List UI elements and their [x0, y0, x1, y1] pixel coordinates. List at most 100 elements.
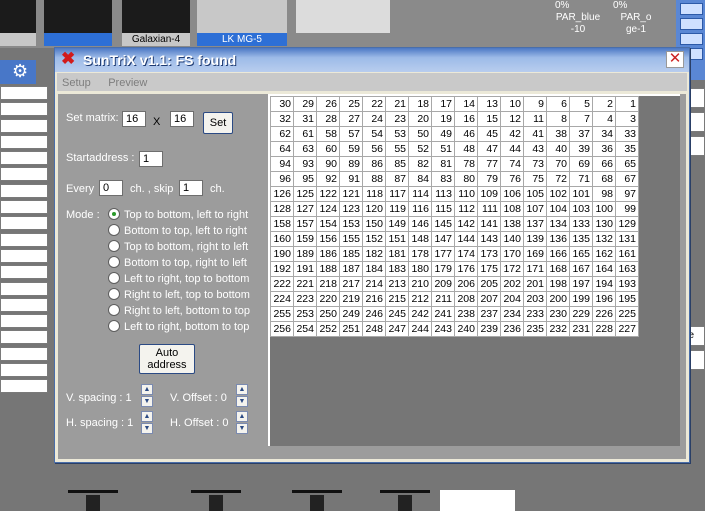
bottom-fixture[interactable] — [191, 490, 241, 511]
matrix-cell[interactable]: 208 — [454, 291, 478, 307]
matrix-cell[interactable]: 41 — [523, 126, 547, 142]
right-toolbar-bar[interactable] — [680, 18, 703, 30]
spin-down-icon[interactable]: ▼ — [141, 396, 153, 407]
matrix-cell[interactable]: 99 — [615, 201, 639, 217]
close-button[interactable]: ✕ — [666, 51, 684, 68]
matrix-cell[interactable]: 235 — [523, 321, 547, 337]
matrix-cell[interactable]: 54 — [362, 126, 386, 142]
matrix-cell[interactable]: 82 — [408, 156, 432, 172]
menu-preview[interactable]: Preview — [108, 77, 147, 89]
list-item[interactable] — [0, 232, 48, 247]
list-item[interactable] — [0, 248, 48, 263]
matrix-cell[interactable]: 222 — [270, 276, 294, 292]
matrix-cell[interactable]: 243 — [431, 321, 455, 337]
matrix-cell[interactable]: 59 — [339, 141, 363, 157]
matrix-cell[interactable]: 224 — [270, 291, 294, 307]
matrix-cell[interactable]: 230 — [546, 306, 570, 322]
matrix-cell[interactable]: 66 — [592, 156, 616, 172]
matrix-cell[interactable]: 191 — [293, 261, 317, 277]
spin-down-icon[interactable]: ▼ — [236, 396, 248, 407]
matrix-cell[interactable]: 179 — [431, 261, 455, 277]
matrix-cell[interactable]: 178 — [408, 246, 432, 262]
matrix-cell[interactable]: 251 — [339, 321, 363, 337]
matrix-cell[interactable]: 192 — [270, 261, 294, 277]
matrix-cell[interactable]: 152 — [362, 231, 386, 247]
matrix-cell[interactable]: 137 — [523, 216, 547, 232]
matrix-cell[interactable]: 78 — [454, 156, 478, 172]
matrix-cell[interactable]: 92 — [316, 171, 340, 187]
matrix-cell[interactable]: 213 — [385, 276, 409, 292]
matrix-cell[interactable]: 105 — [523, 186, 547, 202]
matrix-cell[interactable]: 249 — [339, 306, 363, 322]
matrix-cell[interactable]: 148 — [408, 231, 432, 247]
matrix-cell[interactable]: 136 — [546, 231, 570, 247]
matrix-cell[interactable]: 77 — [477, 156, 501, 172]
matrix-cell[interactable]: 46 — [454, 126, 478, 142]
matrix-cell[interactable]: 9 — [523, 96, 547, 112]
matrix-cell[interactable]: 94 — [270, 156, 294, 172]
list-item[interactable] — [0, 134, 48, 149]
matrix-cell[interactable]: 31 — [293, 111, 317, 127]
mode-radio-7[interactable]: Right to left, bottom to top — [108, 304, 250, 318]
matrix-cell[interactable]: 76 — [500, 171, 524, 187]
matrix-cell[interactable]: 162 — [592, 246, 616, 262]
matrix-cell[interactable]: 198 — [546, 276, 570, 292]
matrix-cell[interactable]: 89 — [339, 156, 363, 172]
matrix-cell[interactable]: 112 — [454, 201, 478, 217]
matrix-cell[interactable]: 107 — [523, 201, 547, 217]
matrix-cell[interactable]: 256 — [270, 321, 294, 337]
matrix-cell[interactable]: 103 — [569, 201, 593, 217]
matrix-cell[interactable]: 141 — [477, 216, 501, 232]
matrix-cell[interactable]: 36 — [592, 141, 616, 157]
matrix-cell[interactable]: 228 — [592, 321, 616, 337]
matrix-cell[interactable]: 174 — [454, 246, 478, 262]
matrix-cell[interactable]: 164 — [592, 261, 616, 277]
matrix-cell[interactable]: 225 — [615, 306, 639, 322]
matrix-cell[interactable]: 121 — [339, 186, 363, 202]
matrix-cell[interactable]: 47 — [477, 141, 501, 157]
matrix-cell[interactable]: 87 — [385, 171, 409, 187]
matrix-cell[interactable]: 135 — [569, 231, 593, 247]
matrix-cell[interactable]: 73 — [523, 156, 547, 172]
matrix-cell[interactable]: 238 — [454, 306, 478, 322]
matrix-cell[interactable]: 234 — [500, 306, 524, 322]
matrix-cell[interactable]: 10 — [500, 96, 524, 112]
matrix-cell[interactable]: 195 — [615, 291, 639, 307]
matrix-cell[interactable]: 197 — [569, 276, 593, 292]
v-offset-spinner[interactable]: ▲ ▼ — [236, 384, 248, 408]
mode-radio-6[interactable]: Right to left, top to bottom — [108, 288, 250, 302]
matrix-cell[interactable]: 155 — [339, 231, 363, 247]
matrix-cell[interactable]: 6 — [546, 96, 570, 112]
matrix-cell[interactable]: 172 — [500, 261, 524, 277]
matrix-cell[interactable]: 168 — [546, 261, 570, 277]
fixture-5[interactable] — [296, 0, 390, 46]
matrix-cell[interactable]: 93 — [293, 156, 317, 172]
matrix-cell[interactable]: 232 — [546, 321, 570, 337]
matrix-cell[interactable]: 210 — [408, 276, 432, 292]
matrix-cell[interactable]: 126 — [270, 186, 294, 202]
matrix-cell[interactable]: 115 — [431, 201, 455, 217]
matrix-cell[interactable]: 124 — [316, 201, 340, 217]
matrix-cell[interactable]: 237 — [477, 306, 501, 322]
matrix-cell[interactable]: 91 — [339, 171, 363, 187]
matrix-cell[interactable]: 216 — [362, 291, 386, 307]
matrix-cell[interactable]: 205 — [477, 276, 501, 292]
matrix-cell[interactable]: 67 — [615, 171, 639, 187]
matrix-cell[interactable]: 144 — [454, 231, 478, 247]
matrix-cell[interactable]: 214 — [362, 276, 386, 292]
matrix-cell[interactable]: 157 — [293, 216, 317, 232]
matrix-cell[interactable]: 113 — [431, 186, 455, 202]
matrix-cell[interactable]: 85 — [385, 156, 409, 172]
bottom-fixture[interactable] — [292, 490, 342, 511]
matrix-cell[interactable]: 108 — [500, 201, 524, 217]
matrix-cell[interactable]: 98 — [592, 186, 616, 202]
par-blue[interactable]: 0% PAR_blue -10 — [553, 0, 603, 36]
matrix-cell[interactable]: 34 — [592, 126, 616, 142]
matrix-cell[interactable]: 236 — [500, 321, 524, 337]
matrix-cell[interactable]: 114 — [408, 186, 432, 202]
matrix-cell[interactable]: 131 — [615, 231, 639, 247]
matrix-cell[interactable]: 56 — [362, 141, 386, 157]
matrix-cell[interactable]: 188 — [316, 261, 340, 277]
matrix-cell[interactable]: 183 — [385, 261, 409, 277]
matrix-cell[interactable]: 48 — [454, 141, 478, 157]
